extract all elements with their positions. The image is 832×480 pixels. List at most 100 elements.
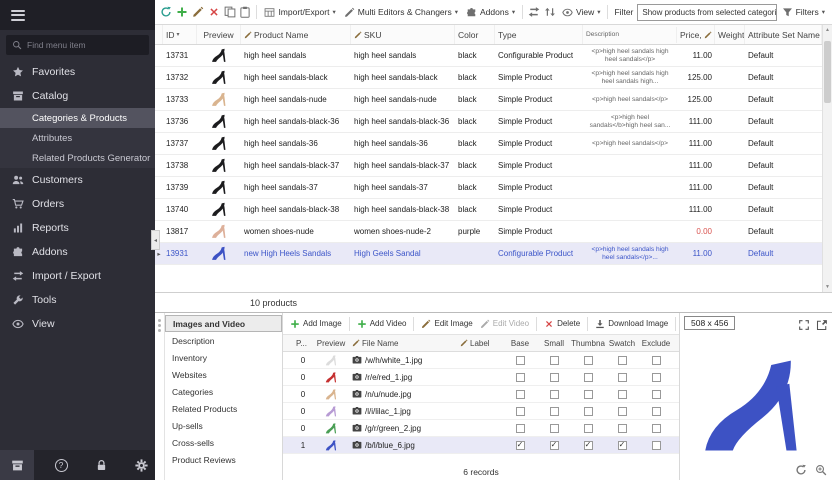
exclude-checkbox[interactable]	[652, 356, 661, 365]
base-checkbox[interactable]	[516, 356, 525, 365]
column-header-swatch[interactable]: Swatch	[605, 339, 639, 348]
sidebar-collapse-handle[interactable]	[151, 230, 160, 250]
media-table-row[interactable]: 0 /l/i/lilac_1.jpg	[283, 403, 679, 420]
panel-drag-handle[interactable]	[155, 313, 165, 480]
column-header-attribute-set[interactable]: Attribute Set Name	[745, 25, 822, 44]
column-header-position[interactable]: P...	[293, 339, 313, 348]
sidebar-item-related-products-generator[interactable]: Related Products Generator	[0, 148, 155, 168]
column-header-media-preview[interactable]: Preview	[313, 339, 349, 348]
product-table-row[interactable]: 13739 high heel sandals-37 high heel san…	[155, 177, 822, 199]
add-image-button[interactable]: Add Image	[288, 319, 344, 329]
column-header-weight[interactable]: Weight	[715, 25, 745, 44]
product-table-row[interactable]: 13817 women shoes-nude women shoes-nude-…	[155, 221, 822, 243]
thumbnail-checkbox[interactable]	[584, 373, 593, 382]
detail-tab[interactable]: Related Products	[165, 400, 282, 417]
help-button[interactable]	[48, 452, 74, 478]
column-header-type[interactable]: Type	[495, 25, 583, 44]
scrollbar-thumb[interactable]	[824, 41, 831, 103]
sidebar-item-import-export[interactable]: Import / Export	[0, 264, 155, 288]
scroll-down-arrow[interactable]: ▼	[825, 284, 830, 290]
detail-tab[interactable]: Product Reviews	[165, 451, 282, 468]
small-checkbox[interactable]	[550, 441, 559, 450]
settings-button[interactable]	[128, 452, 154, 478]
detail-tab[interactable]: Websites	[165, 366, 282, 383]
base-checkbox[interactable]	[516, 424, 525, 433]
addons-menu[interactable]: Addons▾	[463, 3, 518, 22]
zoom-button[interactable]	[814, 462, 827, 475]
media-table-row[interactable]: 0 /w/h/white_1.jpg	[283, 352, 679, 369]
swatch-checkbox[interactable]	[618, 441, 627, 450]
column-header-thumbnail[interactable]: Thumbna	[571, 339, 605, 348]
edit-product-button[interactable]	[191, 4, 205, 21]
product-table-row[interactable]: ▸ 13931 new High Heels Sandals High Geel…	[155, 243, 822, 265]
sidebar-item-attributes[interactable]: Attributes	[0, 128, 155, 148]
column-header-base[interactable]: Base	[503, 339, 537, 348]
thumbnail-checkbox[interactable]	[584, 407, 593, 416]
scroll-up-arrow[interactable]: ▲	[825, 27, 830, 33]
sort-button[interactable]	[543, 4, 557, 21]
sidebar-item-orders[interactable]: Orders	[0, 192, 155, 216]
column-header-preview[interactable]: Preview	[197, 25, 241, 44]
media-table-row[interactable]: 0 /n/u/nude.jpg	[283, 386, 679, 403]
fullscreen-button[interactable]	[797, 317, 810, 330]
detail-tab[interactable]: Up-sells	[165, 417, 282, 434]
import-export-menu[interactable]: Import/Export▾	[261, 3, 338, 22]
column-header-sku[interactable]: SKU	[351, 25, 455, 44]
store-archive-button[interactable]	[0, 450, 34, 480]
media-table-row[interactable]: 0 /r/e/red_1.jpg	[283, 369, 679, 386]
product-table-row[interactable]: 13740 high heel sandals-black-38 high he…	[155, 199, 822, 221]
swatch-checkbox[interactable]	[618, 407, 627, 416]
small-checkbox[interactable]	[550, 424, 559, 433]
row-expand-cell[interactable]: ▸	[155, 250, 163, 258]
base-checkbox[interactable]	[516, 373, 525, 382]
sidebar-search-input[interactable]	[27, 40, 143, 50]
column-header-id[interactable]: ID▾	[163, 25, 197, 44]
product-table-row[interactable]: 13732 high heel sandals-black high heel …	[155, 67, 822, 89]
base-checkbox[interactable]	[516, 390, 525, 399]
exclude-checkbox[interactable]	[652, 373, 661, 382]
sidebar-item-view[interactable]: View	[0, 312, 155, 336]
column-header-price[interactable]: Price,	[677, 25, 715, 44]
base-checkbox[interactable]	[516, 441, 525, 450]
small-checkbox[interactable]	[550, 356, 559, 365]
exclude-checkbox[interactable]	[652, 407, 661, 416]
sidebar-item-customers[interactable]: Customers	[0, 168, 155, 192]
sidebar-item-favorites[interactable]: Favorites	[0, 60, 155, 84]
detail-tab[interactable]: Description	[165, 332, 282, 349]
category-filter-select[interactable]: Show products from selected categories▾	[637, 4, 776, 21]
add-product-button[interactable]	[175, 4, 189, 21]
download-image-button[interactable]: Download Image	[593, 319, 670, 329]
detail-tab[interactable]: Categories	[165, 383, 282, 400]
column-header-product-name[interactable]: Product Name	[241, 25, 351, 44]
swatch-checkbox[interactable]	[618, 424, 627, 433]
media-table-row[interactable]: 0 /g/r/green_2.jpg	[283, 420, 679, 437]
product-table-row[interactable]: 13733 high heel sandals-nude high heel s…	[155, 89, 822, 111]
rotate-button[interactable]	[794, 462, 807, 475]
product-table-row[interactable]: 13738 high heel sandals-black-37 high he…	[155, 155, 822, 177]
column-header-exclude[interactable]: Exclude	[639, 339, 673, 348]
column-header-small[interactable]: Small	[537, 339, 571, 348]
small-checkbox[interactable]	[550, 390, 559, 399]
hamburger-menu-icon[interactable]	[11, 7, 25, 23]
lock-button[interactable]	[88, 452, 114, 478]
column-header-color[interactable]: Color	[455, 25, 495, 44]
thumbnail-checkbox[interactable]	[584, 424, 593, 433]
product-table-row[interactable]: 13731 high heel sandals high heel sandal…	[155, 45, 822, 67]
sidebar-item-reports[interactable]: Reports	[0, 216, 155, 240]
exclude-checkbox[interactable]	[652, 390, 661, 399]
detail-tab[interactable]: Images and Video	[165, 315, 282, 332]
thumbnail-checkbox[interactable]	[584, 390, 593, 399]
sidebar-search[interactable]	[6, 35, 149, 55]
vertical-scrollbar[interactable]: ▲▼	[822, 25, 832, 292]
refresh-button[interactable]	[159, 4, 173, 21]
media-table-row[interactable]: 1 /b/l/blue_6.jpg	[283, 437, 679, 454]
thumbnail-checkbox[interactable]	[584, 356, 593, 365]
small-checkbox[interactable]	[550, 407, 559, 416]
delete-product-button[interactable]	[207, 4, 221, 21]
sidebar-item-addons[interactable]: Addons	[0, 240, 155, 264]
exclude-checkbox[interactable]	[652, 424, 661, 433]
paste-button[interactable]	[239, 4, 253, 21]
sidebar-item-catalog[interactable]: Catalog	[0, 84, 155, 108]
add-video-button[interactable]: Add Video	[355, 319, 409, 329]
swatch-checkbox[interactable]	[618, 356, 627, 365]
